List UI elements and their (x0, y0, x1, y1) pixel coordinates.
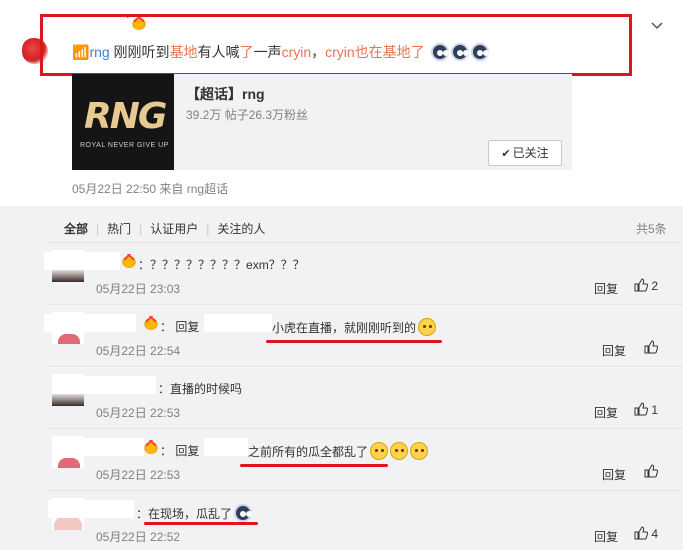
thumb-up-icon (634, 278, 648, 292)
tab-verified[interactable]: 认证用户 (150, 222, 198, 236)
reply-button[interactable]: 回复 (602, 342, 626, 359)
comment-text-body: 之前所有的瓜全都乱了 (248, 442, 429, 460)
like-button[interactable] (644, 464, 658, 479)
tab-all[interactable]: 全部 (64, 222, 88, 236)
comment-text: ：在现场，瓜乱了 (136, 504, 253, 522)
comment-text: ： 回复 (160, 320, 200, 334)
thumb-up-icon (634, 402, 648, 416)
commenter-name-redacted (48, 500, 134, 518)
red-underline (144, 522, 258, 525)
like-button[interactable] (644, 340, 658, 355)
reply-button[interactable]: 回复 (594, 280, 618, 297)
comment-time: 05月22日 22:52 (96, 530, 181, 544)
like-button[interactable]: 1 (634, 402, 658, 417)
like-button[interactable]: 4 (634, 526, 658, 541)
comment-text-body: 小虎在直播，就刚刚听到的 (272, 318, 437, 336)
tab-hot[interactable]: 热门 (107, 222, 131, 236)
weibo-post: ˊ 📶rng 刚刚听到基地有人喊了一声cryin，cryin也在基地了 RNG … (0, 0, 683, 206)
supertopic-card[interactable]: RNG ROYAL NEVER GIVE UP 【超话】rng 39.2万 帖子… (72, 74, 572, 170)
comment-text: ：？？？？？？？？exm？？？ (138, 258, 305, 272)
comment-row: ：在现场，瓜乱了 05月22日 22:52 回复 4 (0, 496, 683, 550)
thumb-up-icon (634, 526, 648, 540)
follow-label: 已关注 (512, 146, 549, 160)
comment-row: ： 回复 小虎在直播，就刚刚听到的 05月22日 22:54 回复 (0, 310, 683, 370)
mention-redacted (204, 314, 272, 332)
reply-button[interactable]: 回复 (602, 466, 626, 483)
comment-row: ：直播的时候吗 05月22日 22:53 回复 1 (0, 372, 683, 432)
comment-row: ：？？？？？？？？exm？？？ 05月22日 23:03 回复 2 (0, 248, 683, 308)
comment-text: ： 回复 (160, 444, 200, 458)
comment-text: ：直播的时候吗 (158, 382, 243, 396)
comment-row: ： 回复 之前所有的瓜全都乱了 05月22日 22:53 回复 (0, 434, 683, 494)
logo-tagline: ROYAL NEVER GIVE UP (80, 142, 169, 149)
reply-button[interactable]: 回复 (594, 404, 618, 421)
like-button[interactable]: 2 (634, 278, 658, 293)
reply-button[interactable]: 回复 (594, 528, 618, 545)
follow-button[interactable]: ✔ 已关注 (488, 140, 562, 166)
check-icon: ✔ (501, 148, 511, 160)
thumb-up-icon (644, 340, 658, 354)
tab-following[interactable]: 关注的人 (217, 222, 265, 236)
comments-section: 全部 | 热门 | 认证用户 | 关注的人 共5条 ：？？？？？？？？exm？？？ 05月2… (0, 206, 683, 550)
rng-logo: RNG ROYAL NEVER GIVE UP (72, 74, 174, 170)
post-meta: 05月22日 22:50 来自 rng超话 (72, 182, 229, 196)
divider (48, 242, 683, 243)
logo-text: RNG (84, 96, 167, 137)
commenter-name-redacted (52, 376, 156, 394)
yellow-face-emoji-icon (370, 442, 389, 460)
commenter-name-redacted (44, 314, 136, 332)
chevron-down-icon[interactable] (650, 18, 664, 32)
comment-time: 05月22日 22:53 (96, 406, 181, 420)
thumb-up-icon (644, 464, 658, 478)
red-underline (240, 464, 388, 467)
commenter-name-redacted (44, 252, 120, 270)
yellow-face-emoji-icon (418, 318, 437, 336)
crown-badge-icon (122, 254, 136, 268)
commenter-name-redacted (52, 438, 144, 456)
mention-redacted (204, 438, 248, 456)
crown-badge-icon (144, 440, 158, 454)
yellow-face-emoji-icon (390, 442, 409, 460)
comment-time: 05月22日 23:03 (96, 282, 181, 296)
comment-time: 05月22日 22:54 (96, 344, 181, 358)
crown-badge-icon (144, 316, 158, 330)
yellow-face-emoji-icon (410, 442, 429, 460)
comment-count: 共5条 (636, 222, 667, 236)
comment-tabs: 全部 | 热门 | 认证用户 | 关注的人 (64, 222, 266, 236)
highlight-box (40, 14, 632, 76)
card-stats: 39.2万 帖子26.3万粉丝 (186, 108, 309, 122)
doge-emoji-icon (234, 504, 253, 522)
red-underline (266, 340, 442, 343)
card-title[interactable]: 【超话】rng (186, 84, 265, 104)
comment-time: 05月22日 22:53 (96, 468, 181, 482)
